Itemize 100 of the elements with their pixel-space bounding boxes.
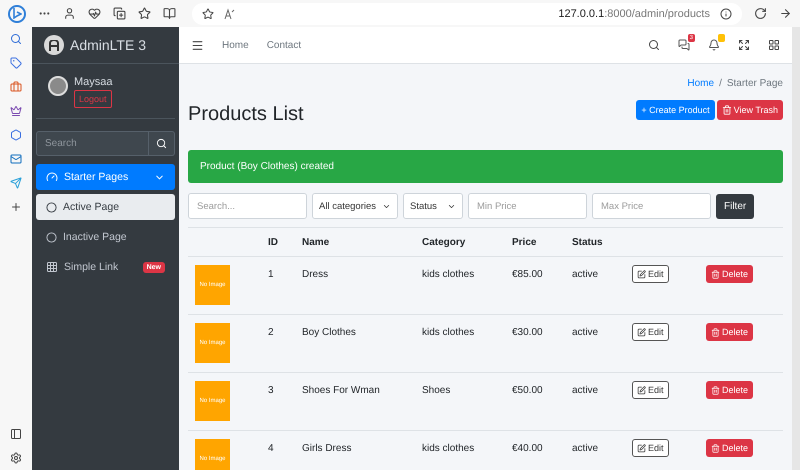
star-icon[interactable] xyxy=(202,8,214,20)
settings-icon[interactable] xyxy=(10,452,22,464)
min-price-field[interactable]: Min Price xyxy=(468,193,587,219)
column-header: Status xyxy=(572,236,604,248)
sidebar-icon[interactable] xyxy=(10,428,22,440)
table-cell-text: €30.00 xyxy=(512,326,544,338)
fullscreen-icon[interactable] xyxy=(738,39,750,51)
delete-button[interactable]: Delete xyxy=(706,439,754,457)
health-icon[interactable] xyxy=(88,7,101,20)
user-name[interactable]: Maysaa xyxy=(74,76,113,88)
browser-logo[interactable] xyxy=(8,4,26,22)
search-button[interactable] xyxy=(149,131,175,156)
grid-icon xyxy=(46,261,58,273)
breadcrumb-current: Starter Page xyxy=(726,78,783,89)
table-cell-text: €85.00 xyxy=(512,268,544,280)
edit-icon xyxy=(637,386,646,394)
hexagon-icon[interactable] xyxy=(10,129,22,141)
filter-button[interactable]: Filter xyxy=(716,194,754,218)
status-select[interactable]: Status xyxy=(403,193,463,219)
trash-icon xyxy=(711,328,720,336)
edit-button[interactable]: Edit xyxy=(632,265,669,283)
sidebar-item[interactable]: Inactive Page xyxy=(36,224,175,250)
table-cell-text: Shoes For Wman xyxy=(302,384,381,396)
table-cell-text: kids clothes xyxy=(422,442,476,454)
table-cell-text: €40.00 xyxy=(512,442,544,454)
table-cell-text: Dress xyxy=(302,268,330,280)
table-cell-text: Boy Clothes xyxy=(302,326,357,338)
edit-icon xyxy=(637,270,646,278)
table-cell-text: Shoes xyxy=(422,384,452,396)
circle-icon xyxy=(46,232,57,242)
category-select[interactable]: All categories xyxy=(312,193,398,219)
breadcrumb-separator: / xyxy=(719,78,722,89)
brand-logo xyxy=(44,35,64,55)
table-cell-text: 2 xyxy=(268,326,275,338)
info-icon[interactable] xyxy=(720,8,732,20)
view-trash-button[interactable]: View Trash xyxy=(716,100,783,120)
table-cell-text: 1 xyxy=(268,268,275,280)
address-bar[interactable]: 127.0.0.1:8000/admin/products xyxy=(192,2,742,24)
sidebar-item[interactable]: Starter Pages xyxy=(36,164,175,190)
plus-icon[interactable] xyxy=(10,201,22,213)
trash-icon xyxy=(711,270,720,278)
dashboard-icon xyxy=(46,171,58,183)
delete-button[interactable]: Delete xyxy=(706,265,754,283)
nav-link[interactable]: Home xyxy=(222,40,249,50)
max-price-field[interactable]: Max Price xyxy=(592,193,711,219)
nav-link[interactable]: Contact xyxy=(266,40,302,50)
column-header: ID xyxy=(268,236,279,248)
trash-icon xyxy=(711,444,720,452)
read-aloud-icon[interactable] xyxy=(224,8,236,20)
success-alert: Product (Boy Clothes) created xyxy=(188,150,783,183)
table-cell-text: Girls Dress xyxy=(302,442,352,454)
favorites-icon[interactable] xyxy=(138,7,151,20)
avatar xyxy=(48,76,68,96)
tag-icon[interactable] xyxy=(10,57,22,69)
search-icon[interactable] xyxy=(648,39,660,51)
circle-icon xyxy=(46,202,57,212)
column-header: Price xyxy=(512,236,538,248)
trash-icon xyxy=(722,104,732,114)
split-screen-icon[interactable] xyxy=(163,7,176,20)
notification-badge xyxy=(718,34,725,42)
sidebar-search-field[interactable]: Search xyxy=(36,131,149,156)
table-cell-text: 4 xyxy=(268,442,275,454)
url-text: 127.0.0.1:8000/admin/products xyxy=(558,8,710,20)
messages-icon[interactable] xyxy=(678,39,690,51)
column-header: Name xyxy=(302,236,330,248)
delete-button[interactable]: Delete xyxy=(706,323,754,341)
briefcase-icon[interactable] xyxy=(10,81,22,93)
edit-icon xyxy=(637,444,646,452)
table-cell-text: kids clothes xyxy=(422,326,476,338)
page-title: Products List xyxy=(188,103,304,126)
create-product-button[interactable]: + Create Product xyxy=(636,100,715,120)
edit-icon xyxy=(637,328,646,336)
forward-icon[interactable] xyxy=(779,7,792,20)
sidebar-item[interactable]: Active Page xyxy=(36,194,175,220)
column-header: Category xyxy=(422,236,466,248)
table-cell-text: kids clothes xyxy=(422,268,476,280)
table-cell-text: active xyxy=(572,384,600,396)
edit-button[interactable]: Edit xyxy=(632,439,669,457)
search-icon[interactable] xyxy=(10,33,22,45)
profile-icon[interactable] xyxy=(63,7,76,20)
delete-button[interactable]: Delete xyxy=(706,381,754,399)
chess-icon[interactable] xyxy=(10,105,22,117)
table-cell-text: active xyxy=(572,442,600,454)
bell-icon[interactable] xyxy=(708,39,720,51)
search-field[interactable]: Search... xyxy=(188,193,307,219)
table-cell-text: active xyxy=(572,268,600,280)
brand-title[interactable]: AdminLTE 3 xyxy=(70,37,146,53)
breadcrumb-link[interactable]: Home xyxy=(687,78,714,89)
grid-icon[interactable] xyxy=(768,39,780,51)
edit-button[interactable]: Edit xyxy=(632,323,669,341)
mail-icon[interactable] xyxy=(10,153,22,165)
trash-icon xyxy=(711,386,720,394)
send-icon[interactable] xyxy=(10,177,22,189)
search-icon xyxy=(156,138,167,149)
collections-icon[interactable] xyxy=(113,7,126,20)
menu-icon[interactable] xyxy=(191,38,204,52)
refresh-icon[interactable] xyxy=(754,7,767,20)
edit-button[interactable]: Edit xyxy=(632,381,669,399)
table-cell-text: €50.00 xyxy=(512,384,544,396)
table-cell-text: 3 xyxy=(268,384,275,396)
